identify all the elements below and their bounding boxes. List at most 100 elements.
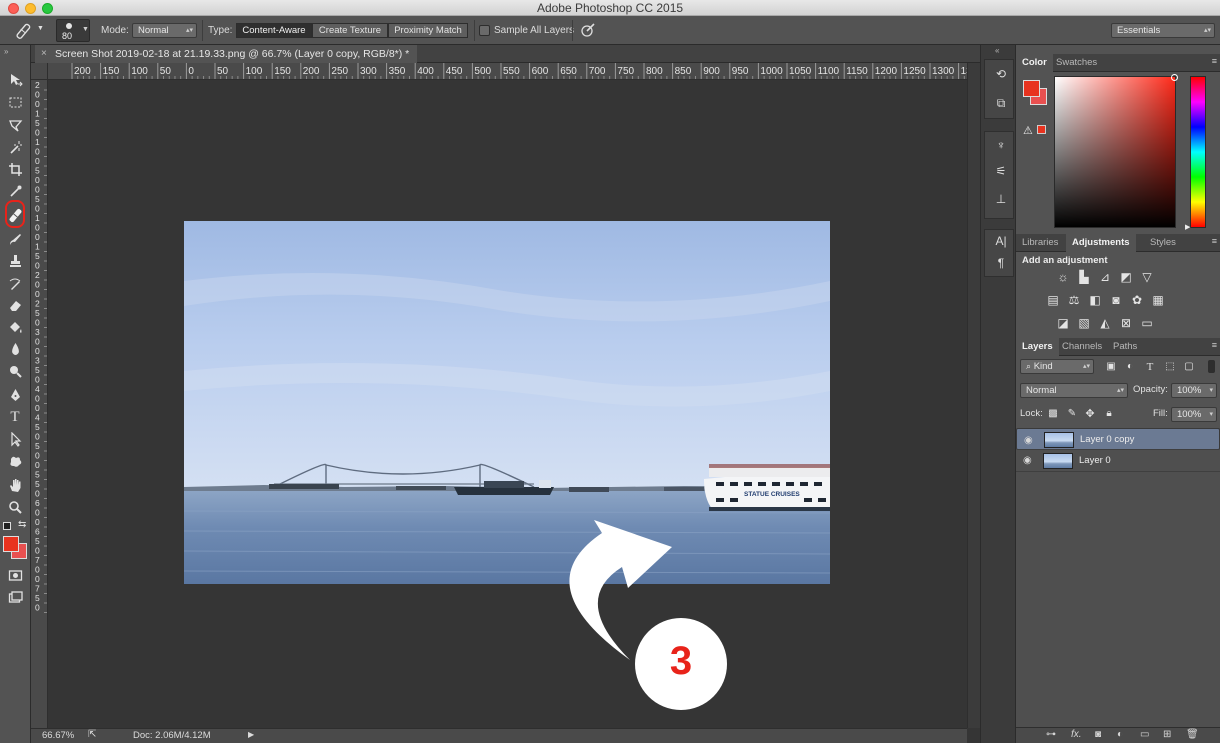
create-texture-button[interactable]: Create Texture xyxy=(312,23,388,38)
paint-bucket-tool[interactable] xyxy=(4,317,26,337)
filter-toggle[interactable] xyxy=(1208,360,1215,373)
lasso-tool[interactable] xyxy=(4,115,26,135)
workspace-select[interactable]: Essentials ▴▾ xyxy=(1111,23,1215,38)
tab-layers[interactable]: Layers xyxy=(1016,338,1059,356)
content-aware-button[interactable]: Content-Aware xyxy=(236,23,312,38)
rectangular-marquee-tool[interactable] xyxy=(4,92,26,112)
quick-mask-button[interactable] xyxy=(4,565,26,585)
hand-tool[interactable] xyxy=(4,475,26,495)
dodge-tool[interactable] xyxy=(4,361,26,381)
hue-slider-handle[interactable]: ▶ xyxy=(1185,223,1190,231)
collapse-icon[interactable]: « xyxy=(995,46,999,55)
filter-adjustment-icon[interactable]: ◐ xyxy=(1123,360,1137,374)
history-panel-icon[interactable]: ⟲ xyxy=(993,67,1009,83)
new-group-icon[interactable]: ▭ xyxy=(1140,729,1149,740)
vertical-ruler[interactable]: 2001501005005010015020025030035040045050… xyxy=(31,80,48,728)
close-icon[interactable]: × xyxy=(41,45,47,63)
invert-icon[interactable]: ◪ xyxy=(1056,316,1070,330)
default-colors-icon[interactable] xyxy=(3,522,11,530)
curves-icon[interactable]: ⊿ xyxy=(1098,270,1112,284)
pressure-size-icon[interactable] xyxy=(580,22,596,38)
layer-row-layer-0[interactable]: ◉ Layer 0 xyxy=(1016,450,1220,472)
move-tool[interactable] xyxy=(4,69,26,89)
gradient-map-icon[interactable]: ▭ xyxy=(1140,316,1154,330)
hue-saturation-icon[interactable]: ▤ xyxy=(1046,293,1060,307)
panel-menu-icon[interactable]: ≡ xyxy=(1212,56,1217,66)
ruler-origin[interactable] xyxy=(31,63,48,80)
hue-slider[interactable]: ▶ xyxy=(1185,76,1206,231)
opacity-input[interactable]: 100% ▾ xyxy=(1171,383,1217,398)
magic-wand-tool[interactable] xyxy=(4,137,26,157)
black-white-icon[interactable]: ◧ xyxy=(1088,293,1102,307)
out-of-gamut-warning-icon[interactable]: ⚠ xyxy=(1023,124,1033,137)
sample-all-layers-checkbox[interactable] xyxy=(479,25,490,36)
brightness-contrast-icon[interactable]: ☼ xyxy=(1056,270,1070,284)
clone-source-icon[interactable]: ⊥ xyxy=(993,192,1009,208)
panel-menu-icon[interactable]: ≡ xyxy=(1212,340,1217,350)
new-adjustment-icon[interactable]: ◐ xyxy=(1117,729,1123,740)
threshold-icon[interactable]: ◭ xyxy=(1098,316,1112,330)
new-layer-icon[interactable]: ⊞ xyxy=(1163,729,1171,740)
layer-style-icon[interactable]: fx. xyxy=(1071,729,1082,740)
visibility-eye-icon[interactable]: ◉ xyxy=(1023,455,1032,466)
horizontal-ruler[interactable]: 200 150 100 50 0 50 100 150 200 250 300 350 400 450 50… xyxy=(48,63,967,80)
filter-pixel-icon[interactable]: ▣ xyxy=(1104,360,1118,374)
document-tab[interactable]: × Screen Shot 2019-02-18 at 21.19.33.png… xyxy=(35,45,418,63)
tab-libraries[interactable]: Libraries xyxy=(1016,234,1064,252)
color-lookup-icon[interactable]: ▦ xyxy=(1151,293,1165,307)
crop-tool[interactable] xyxy=(4,159,26,179)
tab-channels[interactable]: Channels xyxy=(1056,338,1108,356)
color-field[interactable] xyxy=(1054,74,1178,228)
panel-menu-icon[interactable]: ≡ xyxy=(1212,236,1217,246)
custom-shape-tool[interactable] xyxy=(4,451,26,471)
brush-panel-icon[interactable]: ⚟ xyxy=(993,164,1009,180)
blur-tool[interactable] xyxy=(4,339,26,359)
link-layers-icon[interactable]: ⊶ xyxy=(1046,729,1056,740)
delete-layer-icon[interactable]: 🗑︎ xyxy=(1186,729,1199,740)
path-selection-tool[interactable] xyxy=(4,429,26,449)
swap-colors-icon[interactable]: ⇆ xyxy=(18,519,26,530)
clone-stamp-tool[interactable] xyxy=(4,251,26,271)
screen-mode-button[interactable] xyxy=(4,587,26,607)
tab-styles[interactable]: Styles xyxy=(1144,234,1182,252)
vertical-scrollbar[interactable] xyxy=(967,63,980,728)
add-mask-icon[interactable]: ◙ xyxy=(1095,729,1101,740)
mode-select[interactable]: Normal ▴▾ xyxy=(132,23,197,38)
history-brush-tool[interactable] xyxy=(4,273,26,293)
lock-image-icon[interactable]: ✎ xyxy=(1065,407,1079,421)
posterize-icon[interactable]: ▧ xyxy=(1077,316,1091,330)
filter-smart-object-icon[interactable]: ▢ xyxy=(1182,360,1196,374)
channel-mixer-icon[interactable]: ✿ xyxy=(1130,293,1144,307)
lock-transparent-icon[interactable]: ▩ xyxy=(1046,407,1060,421)
pen-tool[interactable] xyxy=(4,385,26,405)
export-icon[interactable]: ⇱ xyxy=(88,729,96,740)
color-balance-icon[interactable]: ⚖ xyxy=(1067,293,1081,307)
tab-adjustments[interactable]: Adjustments xyxy=(1066,234,1136,252)
triangle-right-icon[interactable]: ▶ xyxy=(248,730,254,739)
properties-panel-icon[interactable]: ⧉ xyxy=(993,96,1009,112)
zoom-level[interactable]: 66.67% xyxy=(42,730,74,741)
levels-icon[interactable]: ▙ xyxy=(1077,270,1091,284)
visibility-eye-icon[interactable]: ◉ xyxy=(1024,434,1033,447)
filter-kind-select[interactable]: ⌕ Kind ▴▾ xyxy=(1020,359,1094,374)
healing-brush-tool-preset[interactable]: ▼ xyxy=(12,21,46,40)
filter-shape-icon[interactable]: ⬚ xyxy=(1163,360,1177,374)
lock-all-icon[interactable]: 🔒︎ xyxy=(1102,407,1116,421)
filter-type-icon[interactable]: T xyxy=(1143,360,1157,374)
vibrance-icon[interactable]: ▽ xyxy=(1140,270,1154,284)
selective-color-icon[interactable]: ⊠ xyxy=(1119,316,1133,330)
panel-collapse-icon[interactable]: » xyxy=(4,47,8,56)
lock-position-icon[interactable]: ✥ xyxy=(1083,407,1097,421)
tab-swatches[interactable]: Swatches xyxy=(1050,54,1103,72)
foreground-color-swatch[interactable] xyxy=(3,536,19,552)
paragraph-panel-icon[interactable]: ¶ xyxy=(993,256,1009,272)
fill-input[interactable]: 100% ▾ xyxy=(1171,407,1217,422)
brush-tool[interactable] xyxy=(4,229,26,249)
tab-paths[interactable]: Paths xyxy=(1107,338,1143,356)
exposure-icon[interactable]: ◩ xyxy=(1119,270,1133,284)
proximity-match-button[interactable]: Proximity Match xyxy=(388,23,468,38)
layer-row-layer-0-copy[interactable]: ◉ Layer 0 copy xyxy=(1016,428,1220,450)
type-tool[interactable]: T xyxy=(4,407,26,427)
brush-size-picker[interactable]: 80 ▼ xyxy=(56,19,90,42)
zoom-tool[interactable] xyxy=(4,497,26,517)
